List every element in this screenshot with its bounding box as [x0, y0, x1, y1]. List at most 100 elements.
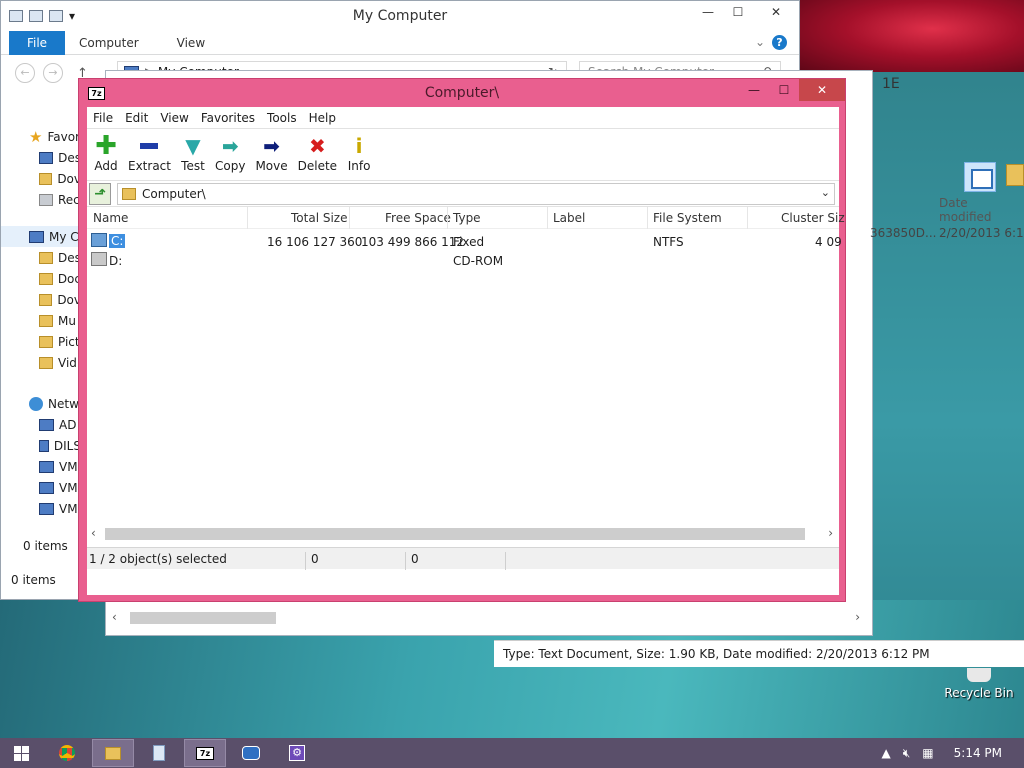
add-button[interactable]: ✚ Add [89, 129, 123, 173]
extract-button[interactable]: Extract [123, 129, 176, 173]
menu-tools[interactable]: Tools [261, 111, 303, 125]
maximize-button[interactable]: ☐ [723, 1, 753, 23]
scroll-left-icon[interactable]: ‹ [112, 610, 117, 624]
recycle-bin-label: Recycle Bin [944, 686, 1014, 700]
menu-favorites[interactable]: Favorites [195, 111, 261, 125]
file-row[interactable]: 363850D... 2/20/2013 6:12 P [870, 226, 1024, 240]
column-free-space[interactable]: Free Space [385, 211, 451, 225]
test-button[interactable]: ▼ Test [176, 129, 210, 173]
sidebar-label: Vid [58, 355, 77, 370]
column-file-system[interactable]: File System [653, 211, 722, 225]
close-button[interactable]: ✕ [799, 79, 845, 101]
sidebar-item-desktop-2[interactable]: Des [1, 247, 81, 268]
column-separator[interactable] [349, 207, 350, 229]
sidebar-item-network-pc[interactable]: VM [1, 456, 81, 477]
sidebar-item-downloads-2[interactable]: Dov [1, 289, 81, 310]
sidebar-item-documents[interactable]: Doc [1, 268, 81, 289]
tab-file[interactable]: File [9, 30, 65, 55]
network-computer-icon [39, 439, 49, 452]
sidebar-item-downloads[interactable]: Dov [1, 168, 81, 189]
start-button[interactable] [0, 739, 42, 767]
up-folder-button[interactable]: ⬏ [89, 182, 111, 205]
menu-file[interactable]: File [87, 111, 119, 125]
forward-icon[interactable]: → [43, 63, 63, 83]
column-separator[interactable] [747, 207, 748, 229]
settings-taskbar-button[interactable]: ⚙ [276, 739, 318, 767]
column-separator[interactable] [447, 207, 448, 229]
clock[interactable]: 5:14 PM [954, 746, 1002, 760]
cluster-size: 4 09 [815, 235, 842, 249]
network-icon[interactable]: ▦ [922, 746, 933, 760]
column-date-modified[interactable]: Date modified [939, 196, 1024, 224]
network-computer-icon [39, 460, 54, 473]
sidebar-item-network-pc[interactable]: DILS [1, 435, 81, 456]
column-label[interactable]: Label [553, 211, 585, 225]
column-type[interactable]: Type [453, 211, 481, 225]
column-total-size[interactable]: Total Size [291, 211, 347, 225]
delete-button[interactable]: ✖ Delete [293, 129, 342, 173]
volume-muted-icon[interactable]: 🔇︎ [903, 746, 911, 761]
file-explorer-taskbar-button[interactable] [92, 739, 134, 767]
move-button[interactable]: ➡ Move [250, 129, 292, 173]
maximize-button[interactable]: ☐ [769, 79, 799, 101]
scroll-right-icon[interactable]: › [828, 526, 833, 540]
sidebar-item-pictures[interactable]: Pict [1, 331, 81, 352]
sidebar-item-desktop[interactable]: Des [1, 147, 81, 168]
tab-computer[interactable]: Computer [65, 36, 163, 50]
horizontal-scrollbar[interactable]: ‹ › [110, 607, 862, 629]
scrollbar-thumb[interactable] [105, 528, 805, 540]
file-list: Name Total Size Free Space Type Label Fi… [87, 207, 845, 561]
button-label: Extract [128, 159, 171, 173]
path-combobox[interactable]: Computer\ ⌄ [117, 182, 835, 205]
info-button[interactable]: i Info [342, 129, 376, 173]
total-size: 16 106 127 360 [267, 235, 363, 249]
menu-edit[interactable]: Edit [119, 111, 154, 125]
sidebar-item-videos[interactable]: Vid [1, 352, 81, 373]
sidebar-item-favorites[interactable]: ★ Favor [1, 126, 81, 147]
menu-help[interactable]: Help [303, 111, 342, 125]
x-icon: ✖ [308, 134, 326, 158]
onedrive-taskbar-button[interactable] [230, 739, 272, 767]
sidebar-item-network-pc[interactable]: VM [1, 477, 81, 498]
menu-view[interactable]: View [154, 111, 194, 125]
notepad-taskbar-button[interactable] [138, 739, 180, 767]
sidebar-item-recent[interactable]: Rec [1, 189, 81, 210]
sidebar-item-network-pc[interactable]: AD [1, 414, 81, 435]
button-label: Copy [214, 159, 246, 173]
title-bar: 7z Computer\ — ☐ ✕ [79, 79, 845, 107]
column-separator[interactable] [247, 207, 248, 229]
scroll-left-icon[interactable]: ‹ [91, 526, 96, 540]
back-icon[interactable]: ← [15, 63, 35, 83]
preview-pane-icon[interactable] [964, 162, 996, 192]
7zip-taskbar-button[interactable]: 7z [184, 739, 226, 767]
free-space: 103 499 866 112 [361, 235, 465, 249]
pictures-folder-icon [39, 335, 53, 348]
inner-status: 0 items [23, 538, 68, 553]
sidebar-item-network[interactable]: Netw [1, 393, 81, 414]
path-value: Computer\ [142, 186, 206, 201]
show-hidden-icons-icon[interactable]: ▲ [882, 746, 891, 760]
column-cluster-size[interactable]: Cluster Siz [781, 211, 845, 225]
horizontal-scrollbar[interactable]: ‹ › [87, 525, 839, 543]
recycle-bin[interactable]: Recycle Bin [944, 668, 1014, 700]
copy-button[interactable]: ➡ Copy [210, 129, 250, 173]
chevron-down-icon[interactable]: ⌄ [821, 186, 830, 199]
scrollbar-thumb[interactable] [130, 612, 276, 624]
7zip-icon: 7z [196, 746, 214, 760]
sidebar-item-music[interactable]: Mu [1, 310, 81, 331]
tab-view[interactable]: View [163, 36, 229, 50]
folder-icon[interactable] [1006, 164, 1024, 186]
minimize-button[interactable]: — [739, 79, 769, 101]
hard-drive-icon [91, 233, 107, 247]
sidebar-item-my-computer[interactable]: My C [1, 226, 81, 247]
scroll-right-icon[interactable]: › [855, 610, 860, 624]
column-separator[interactable] [647, 207, 648, 229]
column-name[interactable]: Name [93, 211, 128, 225]
chrome-taskbar-button[interactable] [46, 739, 88, 767]
sidebar-item-network-pc[interactable]: VM [1, 498, 81, 519]
minimize-button[interactable]: — [693, 1, 723, 23]
close-button[interactable]: ✕ [753, 1, 799, 23]
help-icon[interactable]: ? [772, 35, 787, 50]
chevron-down-icon[interactable]: ⌄ [755, 35, 765, 49]
column-separator[interactable] [547, 207, 548, 229]
